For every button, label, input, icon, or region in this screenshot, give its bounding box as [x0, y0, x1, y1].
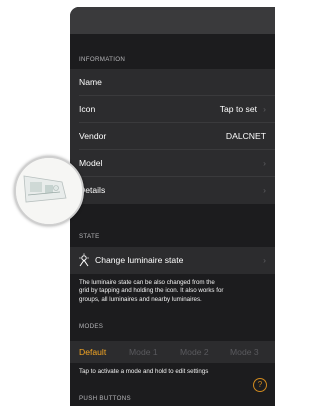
change-luminaire-state-row[interactable]: Change luminaire state ›: [70, 247, 275, 274]
luminaire-image: [16, 158, 82, 224]
settings-screen: INFORMATION Name Icon Tap to set › Vendo…: [70, 7, 275, 406]
vendor-label: Vendor: [79, 131, 107, 141]
icon-label: Icon: [79, 104, 96, 114]
modes-selector: Default Mode 1 Mode 2 Mode 3: [70, 341, 275, 363]
navigation-bar: [70, 7, 275, 34]
model-label: Model: [79, 158, 103, 168]
state-note-line: The luminaire state can be also changed …: [79, 279, 215, 286]
icon-value: Tap to set: [219, 104, 257, 114]
state-note-line: groups, all luminaires and nearby lumina…: [79, 295, 202, 303]
vendor-row: Vendor DALCNET: [70, 123, 275, 150]
mode-3[interactable]: Mode 3: [230, 347, 259, 357]
help-icon[interactable]: ?: [253, 378, 267, 392]
section-header-push-buttons: PUSH BUTTONS: [79, 395, 131, 402]
luminaire-icon: [79, 253, 89, 267]
section-header-modes: MODES: [79, 323, 104, 330]
vendor-value: DALCNET: [225, 131, 266, 141]
state-note: The luminaire state can be also changed …: [79, 279, 271, 304]
name-label: Name: [79, 77, 102, 87]
mode-1[interactable]: Mode 1: [129, 347, 158, 357]
mode-default[interactable]: Default: [79, 347, 106, 357]
modes-hint: Tap to activate a mode and hold to edit …: [79, 368, 209, 375]
details-row[interactable]: Details ›: [70, 177, 275, 204]
change-luminaire-state-label: Change luminaire state: [95, 255, 184, 265]
name-row[interactable]: Name: [70, 69, 275, 96]
chevron-right-icon: ›: [263, 185, 266, 195]
section-header-information: INFORMATION: [79, 56, 126, 63]
icon-row[interactable]: Icon Tap to set ›: [70, 96, 275, 123]
state-note-line: grid by tapping and holding the icon. It…: [79, 287, 224, 295]
chevron-right-icon: ›: [263, 158, 266, 168]
section-header-state: STATE: [79, 233, 100, 240]
mode-2[interactable]: Mode 2: [180, 347, 209, 357]
luminaire-photo: [14, 156, 84, 226]
model-row[interactable]: Model ›: [70, 150, 275, 177]
chevron-right-icon: ›: [263, 255, 266, 265]
chevron-right-icon: ›: [263, 104, 266, 114]
